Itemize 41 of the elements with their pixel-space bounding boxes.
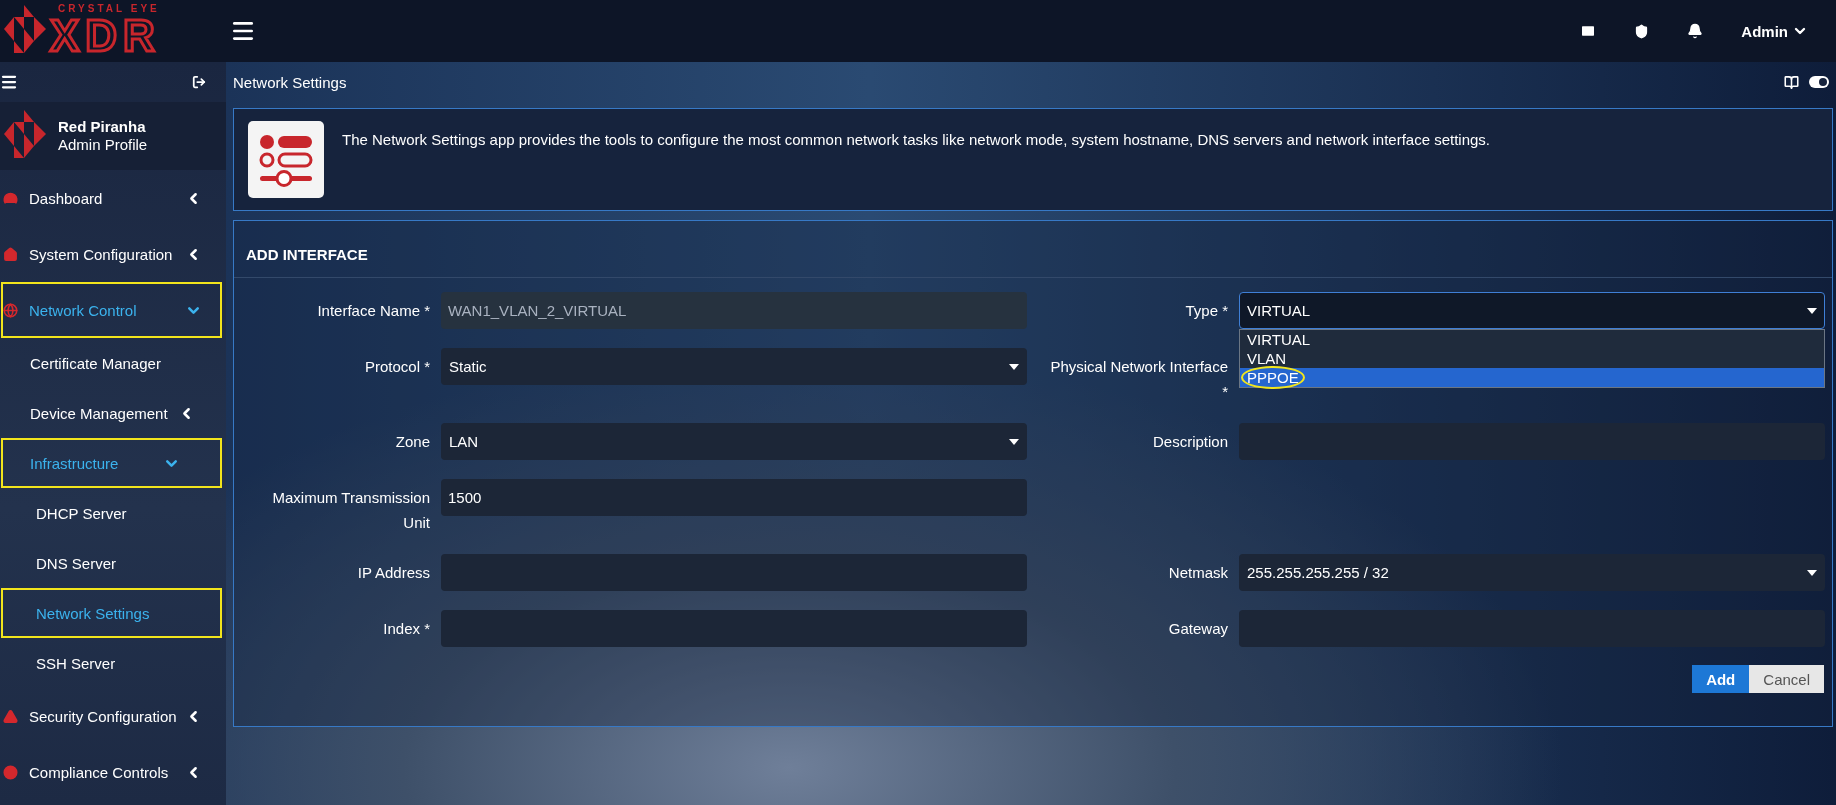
select-field[interactable]: LAN: [441, 423, 1027, 460]
nav-item[interactable]: Dashboard: [1, 170, 222, 226]
nav-item[interactable]: SSH Server: [1, 638, 222, 688]
dropdown-option[interactable]: VLAN: [1240, 349, 1824, 368]
logo-tagline: CRYSTAL EYE: [57, 4, 161, 14]
field-label: Type *: [1184, 301, 1228, 321]
field-label: Protocol *: [363, 357, 430, 377]
select-field[interactable]: VIRTUAL: [1239, 292, 1825, 329]
panel-title: ADD INTERFACE: [234, 221, 1832, 278]
page-title: Network Settings: [233, 73, 347, 91]
logo-wordmark: XDR: [50, 14, 161, 58]
nav-item[interactable]: System Configuration: [1, 226, 222, 282]
profile-name: Red Piranha: [58, 118, 147, 136]
nav-item[interactable]: DHCP Server: [1, 488, 222, 538]
field-label: Description: [1151, 432, 1228, 452]
field-label: Netmask: [1167, 563, 1228, 583]
dropdown-option[interactable]: PPPOE: [1240, 368, 1824, 387]
dropdown-option[interactable]: VIRTUAL: [1240, 330, 1824, 349]
select-field[interactable]: Static: [441, 348, 1027, 385]
field-label: IP Address: [356, 563, 430, 583]
input-field[interactable]: 1500: [441, 479, 1027, 516]
user-menu-button[interactable]: Admin: [1741, 22, 1808, 40]
cancel-button[interactable]: Cancel: [1749, 665, 1824, 693]
field-label: Physical Network Interface *: [1049, 357, 1228, 402]
nav-item[interactable]: DNS Server: [1, 538, 222, 588]
nav-item[interactable]: Compliance Controls: [1, 744, 222, 800]
nav-item[interactable]: Certificate Manager: [1, 338, 222, 388]
nav-item[interactable]: Device Management: [1, 388, 222, 438]
field-label: Gateway: [1167, 619, 1228, 639]
field-label: Index *: [382, 619, 430, 639]
nav-item[interactable]: Network Control: [1, 282, 222, 338]
field-label: Zone: [394, 432, 430, 452]
add-button[interactable]: Add: [1692, 665, 1750, 693]
nav-item[interactable]: Network Settings: [1, 588, 222, 638]
nav-item[interactable]: Infrastructure: [1, 438, 222, 488]
field-label: Maximum Transmission Unit: [271, 488, 430, 533]
field-label: Interface Name *: [316, 301, 430, 321]
profile-role: Admin Profile: [58, 136, 148, 154]
nav-item[interactable]: Security Configuration: [1, 688, 222, 744]
select-field[interactable]: 255.255.255.255 / 32: [1239, 554, 1825, 591]
info-text: The Network Settings app provides the tools to configure the most common network tasks like network mode, system hostname, DNS servers and network interface settings.: [342, 131, 1490, 148]
